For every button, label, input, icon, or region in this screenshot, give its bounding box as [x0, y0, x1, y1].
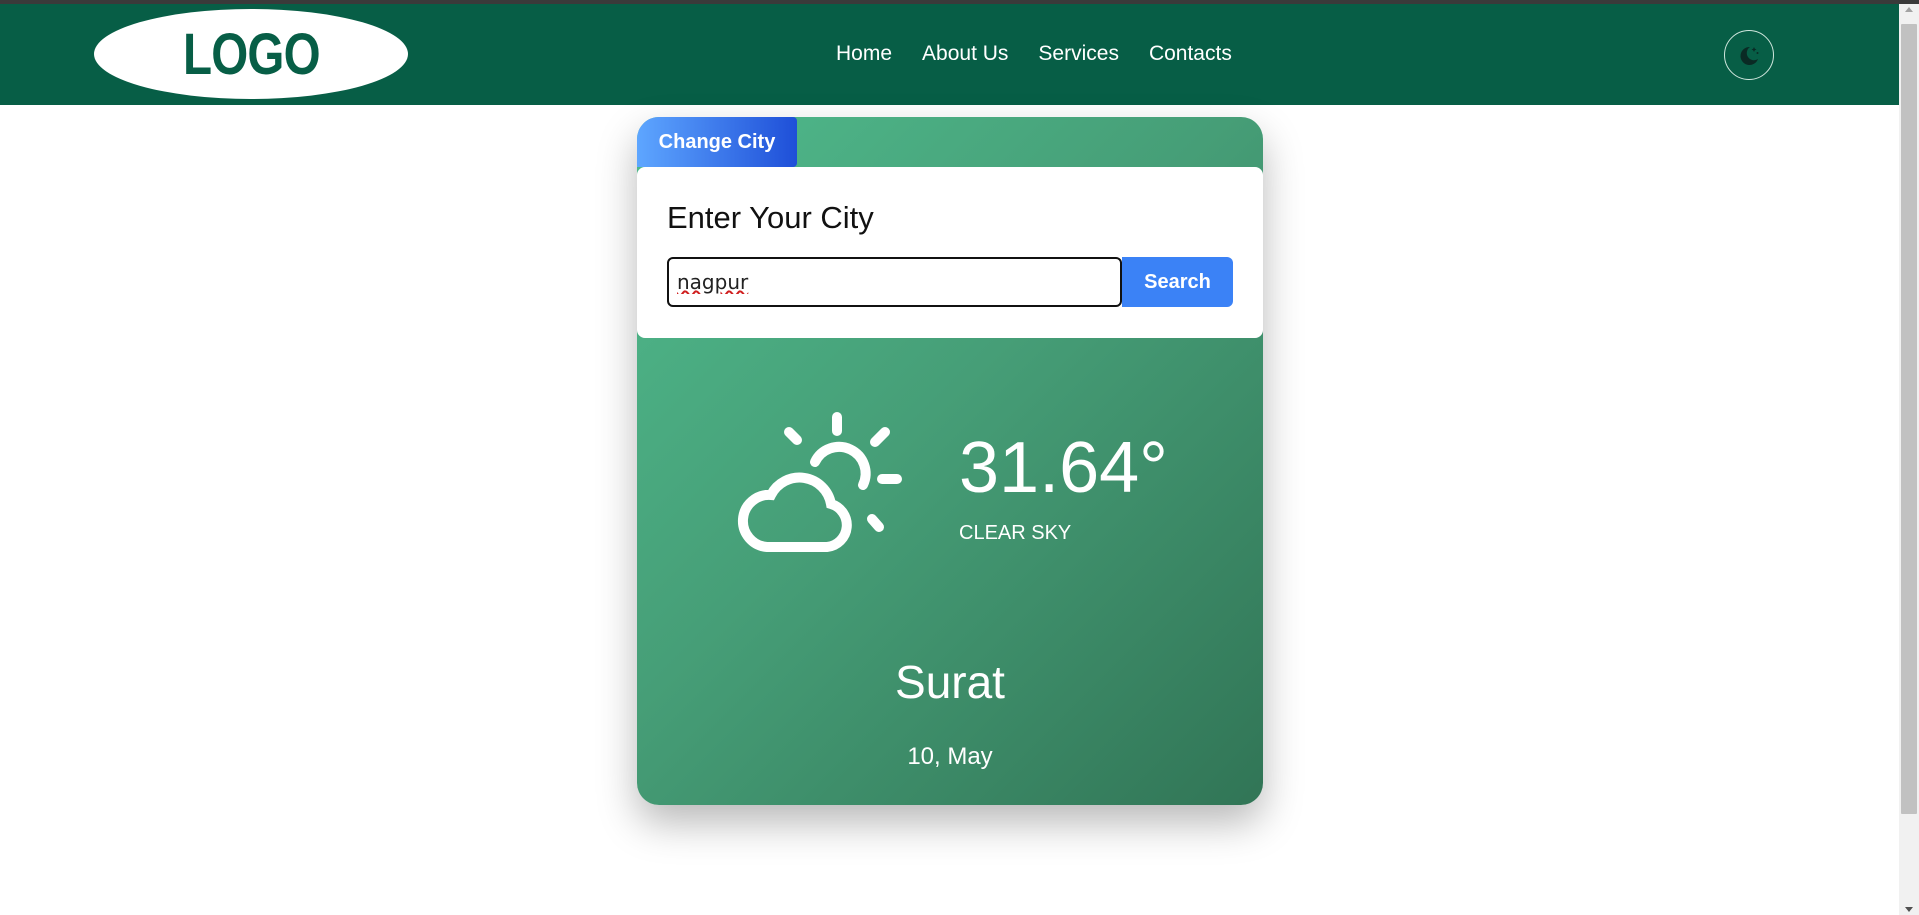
- nav-link-services[interactable]: Services: [1038, 42, 1119, 66]
- scroll-up-arrow-icon[interactable]: [1905, 7, 1913, 12]
- navbar: LOGO Home About Us Services Contacts: [0, 4, 1899, 105]
- weather-card: Change City Enter Your City Search 31.64…: [637, 117, 1263, 805]
- nav-links: Home About Us Services Contacts: [836, 42, 1232, 66]
- date-text: 10, May: [907, 743, 993, 770]
- moon-stars-icon: [1740, 46, 1759, 65]
- scroll-thumb[interactable]: [1901, 24, 1917, 814]
- change-city-tab[interactable]: Change City: [637, 117, 797, 167]
- theme-toggle-button[interactable]: [1724, 30, 1774, 80]
- logo-text: LOGO: [182, 21, 321, 87]
- search-button[interactable]: Search: [1122, 257, 1233, 307]
- temperature-value: 31.64°: [959, 428, 1168, 508]
- city-name: Surat: [895, 656, 1005, 708]
- page-scrollbar[interactable]: [1899, 4, 1919, 915]
- search-panel-title: Enter Your City: [667, 200, 874, 235]
- nav-link-about-us[interactable]: About Us: [922, 42, 1008, 66]
- weather-condition: CLEAR SKY: [959, 522, 1072, 544]
- scroll-down-arrow-icon[interactable]: [1905, 907, 1913, 912]
- nav-link-contacts[interactable]: Contacts: [1149, 42, 1232, 66]
- city-search-input[interactable]: [667, 257, 1122, 307]
- city-search-panel: Enter Your City Search: [637, 167, 1263, 338]
- partly-cloudy-sun-icon: [738, 412, 902, 552]
- nav-link-home[interactable]: Home: [836, 42, 892, 66]
- logo[interactable]: LOGO: [94, 9, 408, 99]
